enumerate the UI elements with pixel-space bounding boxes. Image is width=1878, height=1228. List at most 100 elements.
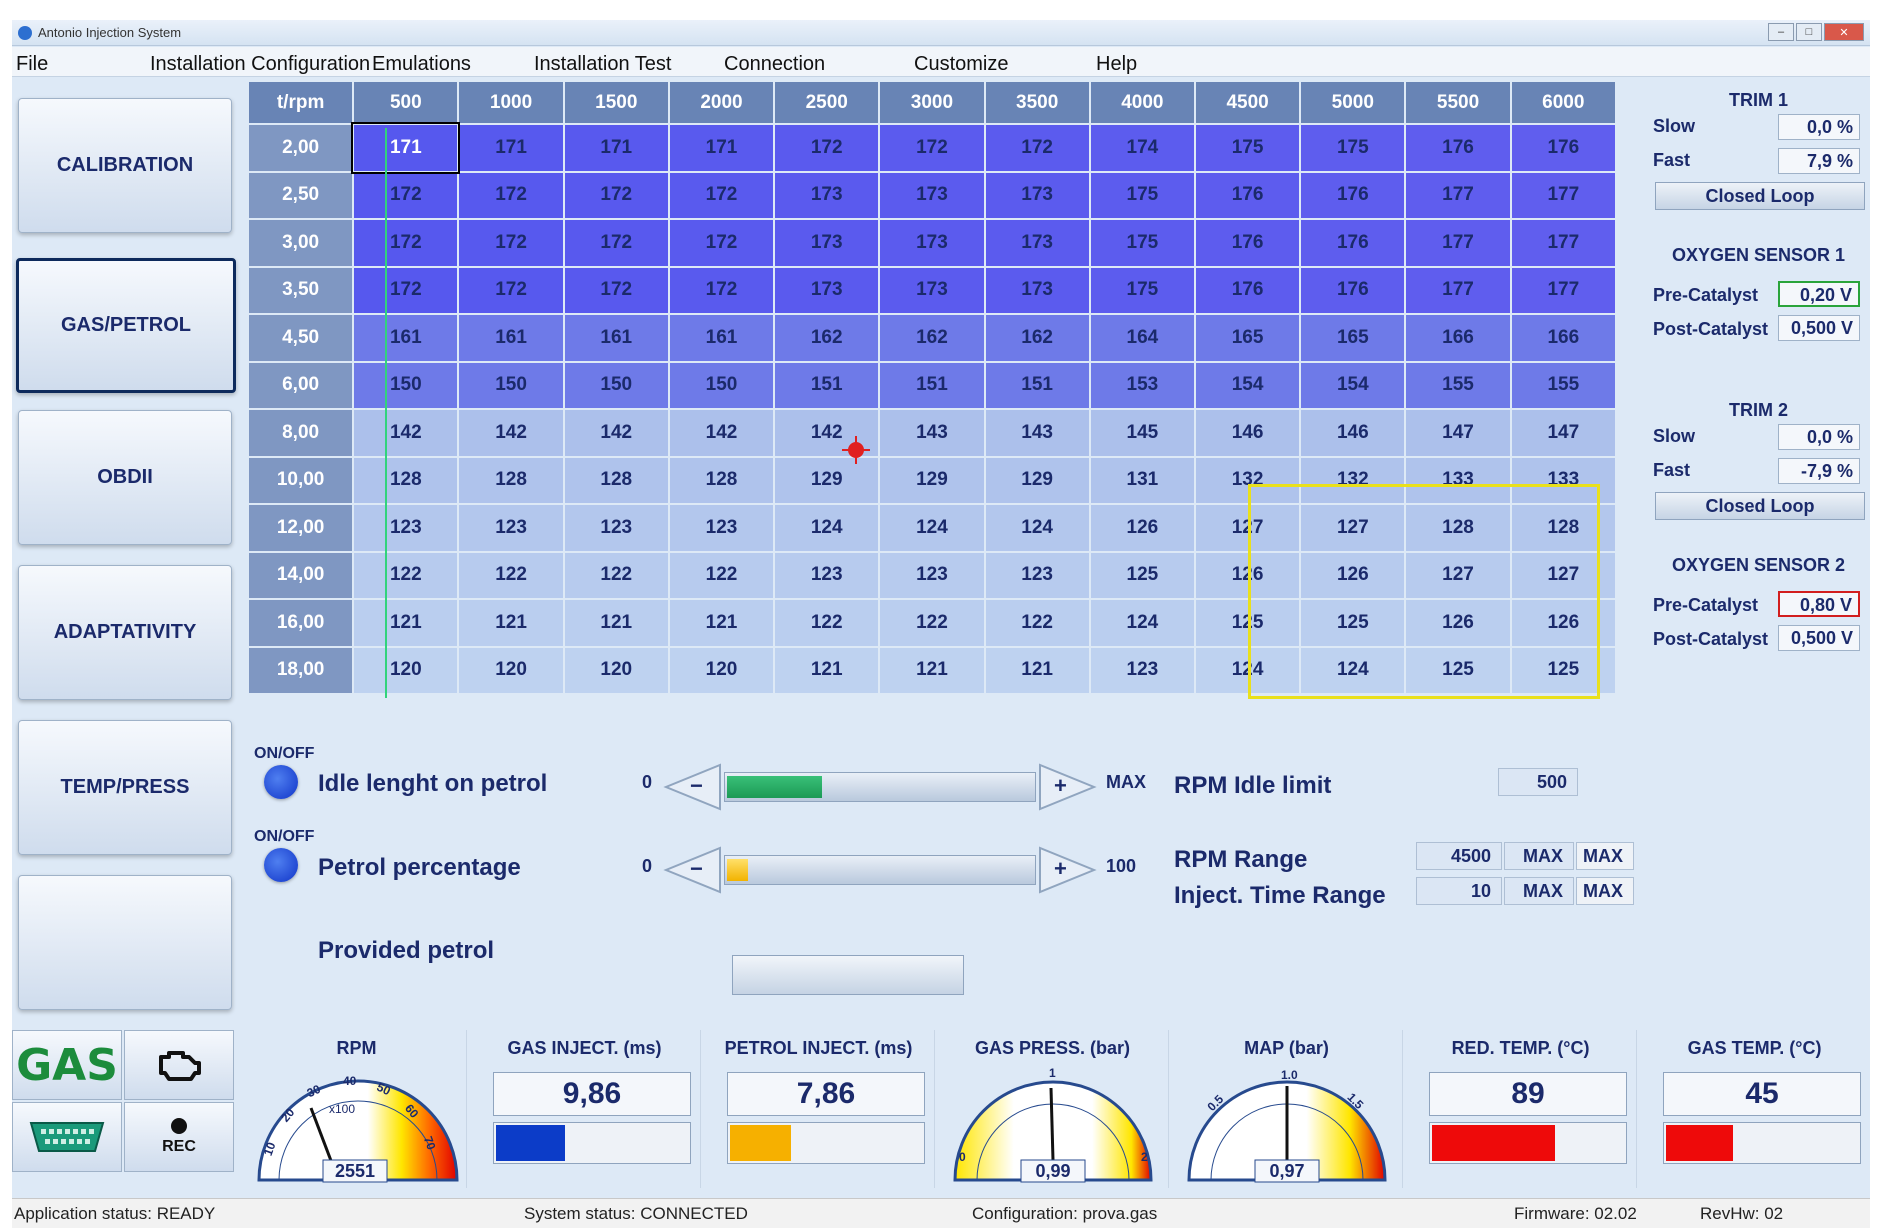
map-cell[interactable]: 122	[878, 598, 986, 648]
map-cell[interactable]: 172	[878, 123, 986, 173]
map-cell[interactable]: 161	[457, 313, 565, 363]
map-cell[interactable]: 154	[1299, 360, 1407, 410]
map-cell[interactable]: 172	[457, 218, 565, 268]
minimize-button[interactable]: –	[1768, 23, 1794, 41]
map-cell[interactable]: 173	[983, 218, 1091, 268]
map-cell[interactable]: 132	[1193, 455, 1302, 505]
map-cell[interactable]: 151	[983, 360, 1091, 410]
trim2-closed-loop-button[interactable]: Closed Loop	[1655, 492, 1865, 520]
map-cell[interactable]: 142	[457, 408, 565, 458]
map-cell[interactable]: 143	[983, 408, 1091, 458]
close-button[interactable]: ✕	[1824, 23, 1864, 41]
map-cell[interactable]: 126	[1299, 550, 1407, 600]
map-cell[interactable]: 161	[352, 313, 460, 363]
map-cell[interactable]: 176	[1299, 218, 1407, 268]
map-cell[interactable]: 124	[1088, 598, 1196, 648]
map-cell[interactable]: 145	[1088, 408, 1196, 458]
map-cell[interactable]: 132	[1299, 455, 1407, 505]
map-cell[interactable]: 177	[1404, 170, 1512, 220]
menu-file[interactable]: File	[16, 53, 48, 76]
map-cell[interactable]: 124	[1193, 645, 1302, 695]
map-cell[interactable]: 122	[667, 550, 776, 600]
map-cell[interactable]: 161	[667, 313, 776, 363]
map-cell[interactable]: 155	[1404, 360, 1512, 410]
map-cell[interactable]: 166	[1509, 313, 1618, 363]
map-cell[interactable]: 125	[1193, 598, 1302, 648]
map-cell[interactable]: 172	[562, 170, 670, 220]
record-button[interactable]: REC	[124, 1102, 234, 1172]
map-cell[interactable]: 175	[1088, 265, 1196, 315]
map-cell[interactable]: 143	[878, 408, 986, 458]
map-cell[interactable]: 165	[1299, 313, 1407, 363]
map-cell[interactable]: 133	[1404, 455, 1512, 505]
map-cell[interactable]: 123	[878, 550, 986, 600]
map-cell[interactable]: 175	[1088, 170, 1196, 220]
map-cell[interactable]: 127	[1299, 503, 1407, 553]
map-cell[interactable]: 176	[1193, 265, 1302, 315]
map-cell[interactable]: 127	[1404, 550, 1512, 600]
map-cell[interactable]: 122	[352, 550, 460, 600]
map-cell[interactable]: 150	[562, 360, 670, 410]
map-cell[interactable]: 172	[773, 123, 881, 173]
map-cell[interactable]: 177	[1404, 218, 1512, 268]
map-cell[interactable]: 173	[878, 218, 986, 268]
map-cell[interactable]: 125	[1299, 598, 1407, 648]
map-cell[interactable]: 153	[1088, 360, 1196, 410]
map-cell[interactable]: 123	[457, 503, 565, 553]
inject-range-max-button[interactable]: MAX	[1576, 877, 1634, 905]
map-cell[interactable]: 176	[1193, 218, 1302, 268]
map-cell[interactable]: 128	[1404, 503, 1512, 553]
map-cell[interactable]: 173	[773, 170, 881, 220]
map-cell[interactable]: 126	[1088, 503, 1196, 553]
nav-temp-press-button[interactable]: TEMP/PRESS	[18, 720, 232, 855]
menu-installation-configuration[interactable]: Installation Configuration	[150, 53, 370, 76]
map-cell[interactable]: 129	[878, 455, 986, 505]
petrol-increase-arrow-icon[interactable]	[1036, 838, 1100, 902]
obd-connector-button[interactable]	[12, 1102, 122, 1172]
map-cell[interactable]: 123	[773, 550, 881, 600]
map-cell[interactable]: 172	[983, 123, 1091, 173]
map-cell[interactable]: 166	[1404, 313, 1512, 363]
rpm-range-field[interactable]: 4500	[1416, 842, 1502, 870]
map-cell[interactable]: 125	[1404, 645, 1512, 695]
map-cell[interactable]: 161	[562, 313, 670, 363]
map-cell[interactable]: 171	[457, 123, 565, 173]
petrol-slider[interactable]: − +	[660, 838, 1100, 902]
map-cell[interactable]: 172	[352, 170, 460, 220]
map-cell[interactable]: 173	[878, 265, 986, 315]
map-cell[interactable]: 175	[1193, 123, 1302, 173]
map-cell[interactable]: 174	[1088, 123, 1196, 173]
map-cell[interactable]: 124	[1299, 645, 1407, 695]
inject-time-range-field[interactable]: 10	[1416, 877, 1502, 905]
map-cell[interactable]: 127	[1509, 550, 1618, 600]
map-cell[interactable]: 128	[1509, 503, 1618, 553]
nav-empty-button[interactable]	[18, 875, 232, 1010]
map-cell[interactable]: 176	[1193, 170, 1302, 220]
map-cell[interactable]: 128	[667, 455, 776, 505]
map-cell[interactable]: 123	[667, 503, 776, 553]
map-cell[interactable]: 122	[457, 550, 565, 600]
menu-customize[interactable]: Customize	[914, 53, 1008, 76]
map-cell[interactable]: 171	[351, 122, 461, 174]
map-cell[interactable]: 124	[878, 503, 986, 553]
map-cell[interactable]: 126	[1404, 598, 1512, 648]
map-cell[interactable]: 122	[983, 598, 1091, 648]
menu-emulations[interactable]: Emulations	[372, 53, 471, 76]
rpm-range-max-field[interactable]: MAX	[1504, 842, 1574, 870]
idle-slider-track[interactable]	[724, 772, 1036, 802]
map-cell[interactable]: 172	[352, 218, 460, 268]
map-cell[interactable]: 162	[878, 313, 986, 363]
map-cell[interactable]: 154	[1193, 360, 1302, 410]
map-cell[interactable]: 173	[773, 265, 881, 315]
map-cell[interactable]: 172	[457, 170, 565, 220]
map-cell[interactable]: 122	[562, 550, 670, 600]
map-cell[interactable]: 172	[667, 218, 776, 268]
map-cell[interactable]: 177	[1509, 170, 1618, 220]
nav-adaptativity-button[interactable]: ADAPTATIVITY	[18, 565, 232, 700]
map-cell[interactable]: 127	[1193, 503, 1302, 553]
map-cell[interactable]: 162	[983, 313, 1091, 363]
map-cell[interactable]: 123	[983, 550, 1091, 600]
map-cell[interactable]: 172	[457, 265, 565, 315]
map-cell[interactable]: 146	[1193, 408, 1302, 458]
nav-gas-petrol-button[interactable]: GAS/PETROL	[16, 258, 236, 393]
